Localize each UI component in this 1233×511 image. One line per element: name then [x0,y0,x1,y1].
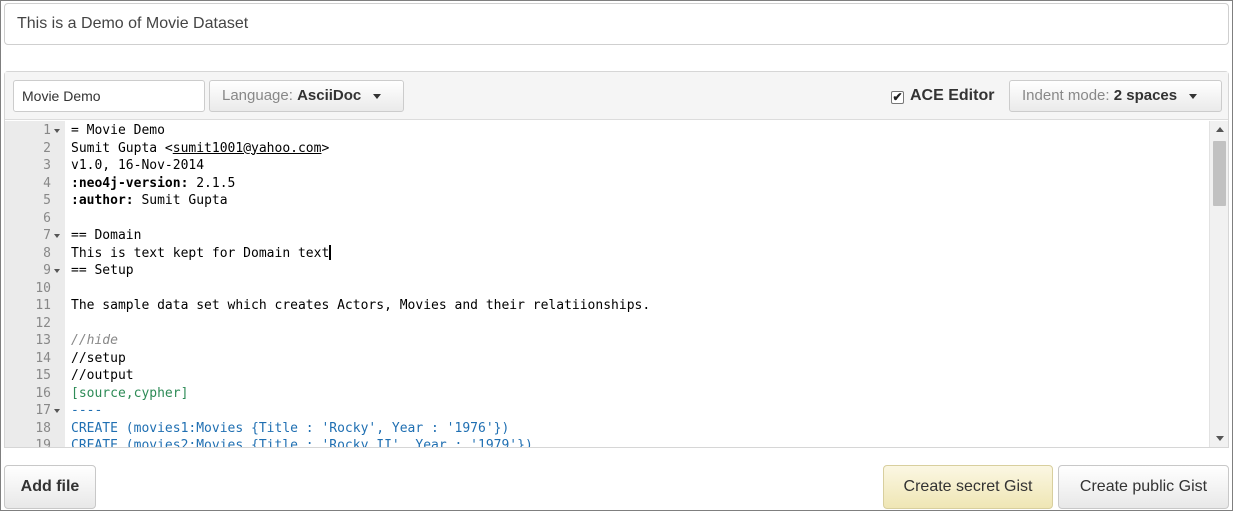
line-number: 10 [35,280,51,296]
code-line: CREATE (movies1:Movies {Title : 'Rocky',… [71,420,509,438]
line-number: 17 [35,403,51,418]
code-area[interactable]: = Movie Demo Sumit Gupta <sumit1001@yahoo… [65,121,1209,447]
code-line: ---- [71,402,102,420]
code-token: The sample data set which creates Actors… [71,298,651,313]
ace-editor-toggle[interactable]: ✔ ACE Editor [891,84,994,108]
gist-description-value: This is a Demo of Movie Dataset [17,15,249,32]
code-token: //hide [71,333,118,348]
code-line: Sumit Gupta <sumit1001@yahoo.com> [71,140,329,158]
scroll-up-arrow-icon[interactable] [1216,127,1224,132]
file-panel: Language: AsciiDoc ✔ ACE Editor Indent mo… [4,71,1229,448]
code-line: [source,cypher] [71,385,188,403]
fold-toggle-icon[interactable] [54,269,60,273]
code-token: 2.1.5 [188,175,236,191]
code-line: == Domain [71,227,141,245]
code-token: //output [71,368,134,383]
gist-description-input[interactable]: This is a Demo of Movie Dataset [4,3,1229,45]
scroll-down-arrow-icon[interactable] [1216,436,1224,441]
editor-scrollbar[interactable] [1209,121,1228,447]
code-token: CREATE (movies2:Movies {Title : 'Rocky I… [71,438,533,447]
code-line: The sample data set which creates Actors… [71,297,650,315]
code-line: :author: Sumit Gupta [71,192,228,210]
text-cursor [329,244,331,260]
line-number: 9 [43,263,51,278]
code-token: Sumit Gupta [133,193,228,208]
code-line: //setup [71,350,126,368]
indent-mode-value: 2 spaces [1113,87,1178,104]
line-number: 1 [43,123,51,138]
code-line: This is text kept for Domain text [71,244,331,263]
line-number: 18 [35,420,51,436]
code-line: v1.0, 16-Nov-2014 [71,157,204,175]
code-line: = Movie Demo [71,122,165,140]
code-token: sumit1001@yahoo.com [172,140,322,156]
code-token: :neo4j-version: [71,175,189,191]
code-token: v1.0, 16-Nov-2014 [71,158,205,173]
code-token: = Movie Demo [71,123,165,138]
line-number: 3 [43,158,51,173]
code-token: == Domain [71,228,142,243]
line-number: 15 [35,368,51,383]
code-line: == Setup [71,262,134,280]
chevron-down-icon [1189,93,1198,99]
line-number: 14 [35,350,51,366]
add-file-button[interactable]: Add file [4,465,96,509]
indent-mode-label: Indent mode: [1022,87,1110,104]
language-dropdown[interactable]: Language: AsciiDoc [209,80,404,112]
code-token: This is text kept for Domain text [71,245,330,261]
file-panel-header: Language: AsciiDoc ✔ ACE Editor Indent mo… [5,72,1228,120]
code-token: Sumit Gupta < [71,140,173,156]
line-number: 12 [35,315,51,331]
chevron-down-icon [373,93,382,99]
code-line: :neo4j-version: 2.1.5 [71,175,235,193]
filename-input[interactable] [13,80,205,112]
line-number: 2 [43,140,51,156]
line-number: 13 [35,333,51,348]
line-number: 6 [43,210,51,226]
language-label: Language: [222,87,293,104]
code-line: CREATE (movies2:Movies {Title : 'Rocky I… [71,437,533,447]
language-value: AsciiDoc [297,87,362,104]
indent-mode-dropdown[interactable]: Indent mode: 2 spaces [1009,80,1222,112]
line-number: 19 [35,438,51,447]
ace-editor-label: ACE Editor [910,87,995,104]
line-number: 7 [43,228,51,243]
line-number-gutter: 1 2 3 4 5 6 7 8 9 10 11 12 13 14 15 16 17 18 19 [5,121,65,447]
line-number: 4 [43,175,51,191]
code-editor[interactable]: 1 2 3 4 5 6 7 8 9 10 11 12 13 14 15 16 17 18 19 = Movie De… [5,121,1228,447]
code-token: CREATE (movies1:Movies {Title : 'Rocky',… [71,420,510,436]
fold-toggle-icon[interactable] [54,234,60,238]
code-line: //output [71,367,134,385]
line-number: 11 [35,298,51,313]
code-token: [source,cypher] [71,385,189,401]
create-public-gist-button[interactable]: Create public Gist [1058,465,1229,509]
code-token: //setup [71,350,126,366]
line-number: 16 [35,385,51,401]
code-token: ---- [71,403,103,418]
line-number: 5 [43,193,51,208]
fold-toggle-icon[interactable] [54,409,60,413]
code-token: :author: [71,193,134,208]
ace-editor-checkbox[interactable]: ✔ [891,91,904,104]
code-token: == Setup [71,263,134,278]
code-token: > [321,140,330,156]
scrollbar-thumb[interactable] [1213,141,1226,206]
create-secret-gist-button[interactable]: Create secret Gist [883,465,1053,509]
fold-toggle-icon[interactable] [54,129,60,133]
line-number: 8 [43,245,51,261]
code-line: //hide [71,332,118,350]
